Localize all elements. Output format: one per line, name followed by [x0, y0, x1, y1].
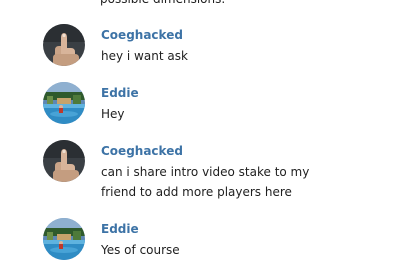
pool-photo-avatar-icon[interactable] [43, 218, 85, 260]
middle-finger-avatar-icon[interactable] [43, 140, 85, 182]
middle-finger-avatar-icon[interactable] [43, 24, 85, 66]
message-author[interactable]: Eddie [101, 221, 139, 237]
message-author[interactable]: Eddie [101, 85, 139, 101]
chat-message-list: possible dimensions. Coeghacked hey i wa… [0, 0, 414, 267]
message-text: hey i want ask [101, 49, 188, 63]
message-text: can i share intro video stake to my frie… [101, 165, 310, 199]
message-text: Hey [101, 107, 125, 121]
message-author[interactable]: Coeghacked [101, 143, 183, 159]
message-author[interactable]: Coeghacked [101, 27, 183, 43]
pool-photo-avatar-icon[interactable] [43, 82, 85, 124]
message-text: Yes of course [101, 243, 180, 257]
previous-message-text-clipped: possible dimensions. [100, 0, 225, 8]
